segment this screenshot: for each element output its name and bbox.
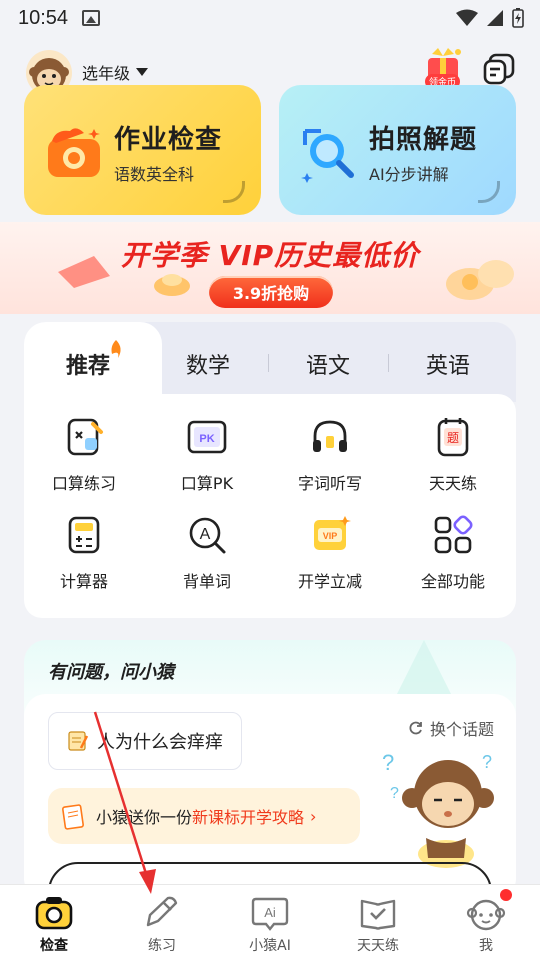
function-label: 字词听写: [297, 474, 362, 493]
camera-icon: [35, 897, 73, 930]
status-time: 10:54: [18, 6, 69, 29]
nav-daily[interactable]: 天天练: [324, 885, 432, 960]
corner-swirl-icon: [478, 181, 500, 203]
ask-card-title: 有问题，问小猿: [48, 662, 174, 683]
nav-ai[interactable]: Ai 小猿AI: [216, 885, 324, 960]
nav-label: 练习: [148, 938, 176, 954]
function-label: 开学立减: [297, 572, 362, 591]
suggested-topic-text: 人为什么会痒痒: [97, 732, 223, 753]
headphones-icon: [313, 420, 347, 452]
function-calculator[interactable]: 计算器: [24, 514, 144, 592]
nav-label: 天天练: [357, 938, 399, 954]
change-topic-button[interactable]: 换个话题: [408, 716, 494, 740]
daily-practice-icon: 题: [437, 418, 469, 457]
status-bar: 10:54: [0, 0, 540, 36]
refresh-icon: [409, 721, 422, 735]
function-label: 背单词: [182, 572, 231, 591]
svg-text:A: A: [200, 526, 211, 543]
nav-me[interactable]: 我: [432, 885, 540, 960]
promo-headline: 开学季 VIP历史最低价: [120, 239, 420, 272]
signal-icon: [487, 10, 503, 26]
orange-camera-icon: [48, 128, 100, 177]
function-panel: 推荐 数学 语文 英语 口算练习 PK 口算PK 字词听写 题 天天练 计算器 …: [24, 322, 516, 618]
function-vocabulary[interactable]: A 背单词: [147, 514, 267, 592]
tab-separator: [268, 354, 269, 372]
check-book-icon: [360, 899, 396, 930]
nav-check[interactable]: 检查: [0, 885, 108, 960]
memo-icon: [68, 731, 89, 751]
function-vip-discount[interactable]: VIP 开学立减: [270, 514, 390, 592]
pencil-icon: [146, 896, 178, 927]
all-functions-icon: [434, 515, 473, 554]
svg-text:PK: PK: [199, 433, 214, 445]
battery-icon: [512, 8, 524, 28]
corner-swirl-icon: [223, 181, 245, 203]
function-oral-pk[interactable]: PK 口算PK: [147, 416, 267, 494]
promo-buy-button[interactable]: 3.9折抢购: [209, 276, 333, 308]
pk-icon: PK: [187, 420, 227, 454]
svg-text:题: 题: [447, 431, 459, 445]
svg-text:?: ?: [382, 750, 394, 775]
tab-recommended[interactable]: 推荐: [66, 348, 110, 380]
grade-selector[interactable]: 选年级: [82, 60, 149, 84]
letter-a-decoration-icon: [394, 640, 454, 700]
function-label: 全部功能: [420, 572, 485, 591]
notification-dot: [500, 889, 512, 901]
svg-text:?: ?: [390, 785, 399, 802]
status-icons: [456, 8, 524, 28]
vip-promo-banner[interactable]: 开学季 VIP历史最低价 3.9折抢购: [0, 222, 540, 314]
svg-text:Ai: Ai: [264, 905, 276, 920]
tab-math[interactable]: 数学: [186, 348, 230, 380]
homework-check-subtitle: 语数英全科: [114, 165, 195, 184]
nav-label: 小猿AI: [249, 938, 291, 954]
ai-chat-icon: Ai: [251, 897, 289, 931]
monkey-mascot-icon: ? ? ?: [382, 750, 494, 868]
function-label: 口算PK: [180, 474, 234, 493]
svg-text:VIP: VIP: [323, 531, 338, 541]
nav-practice[interactable]: 练习: [108, 885, 216, 960]
wifi-icon: [456, 9, 478, 26]
ask-monkey-card: 有问题，问小猿 人为什么会痒痒 换个话题 小猿送你一份 新课标开学攻略 › ? …: [24, 640, 516, 900]
tab-english[interactable]: 英语: [426, 348, 470, 380]
oral-calc-icon: [67, 418, 103, 456]
school-guide-link[interactable]: 小猿送你一份 新课标开学攻略 ›: [48, 788, 360, 844]
function-label: 计算器: [59, 572, 108, 591]
guide-highlight-text: 新课标开学攻略: [192, 808, 305, 827]
function-label: 天天练: [428, 474, 477, 493]
photo-solve-subtitle: AI分步讲解: [369, 165, 449, 184]
magnifier-icon: [301, 129, 354, 183]
suggested-topic-chip[interactable]: 人为什么会痒痒: [48, 712, 242, 770]
nav-label: 检查: [40, 938, 68, 954]
svg-text:?: ?: [482, 752, 492, 772]
dropdown-arrow-icon: [136, 68, 149, 76]
function-all[interactable]: 全部功能: [393, 514, 513, 592]
function-oral-calc[interactable]: 口算练习: [24, 416, 144, 494]
profile-icon: [466, 899, 506, 931]
vip-discount-icon: VIP: [314, 516, 351, 550]
homework-check-card[interactable]: 作业检查 语数英全科: [24, 85, 261, 215]
homework-check-title: 作业检查: [114, 125, 223, 155]
function-daily-practice[interactable]: 题 天天练: [393, 416, 513, 494]
chevron-right-icon: ›: [310, 806, 317, 826]
guide-prefix-text: 小猿送你一份: [96, 808, 193, 827]
gallery-notification-icon: [82, 10, 101, 26]
bottom-navigation: 检查 练习 Ai 小猿AI 天天练 我: [0, 884, 540, 960]
notebook-icon: [62, 804, 84, 830]
tab-separator: [388, 354, 389, 372]
tab-chinese[interactable]: 语文: [306, 348, 350, 380]
nav-label: 我: [479, 938, 493, 954]
dictionary-icon: A: [189, 517, 226, 554]
flame-accent-icon: [111, 340, 121, 358]
photo-solve-card[interactable]: 拍照解题 AI分步讲解: [279, 85, 516, 215]
function-dictation[interactable]: 字词听写: [270, 416, 390, 494]
photo-solve-title: 拍照解题: [369, 125, 478, 155]
change-topic-label: 换个话题: [430, 720, 495, 739]
grade-label: 选年级: [82, 64, 131, 83]
message-center-icon[interactable]: [482, 52, 516, 86]
calculator-icon: [68, 516, 100, 554]
function-label: 口算练习: [51, 474, 116, 493]
